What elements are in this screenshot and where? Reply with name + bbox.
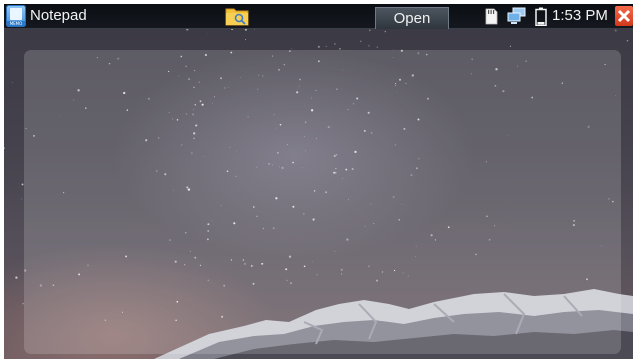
close-icon <box>617 9 631 23</box>
folder-search-icon[interactable] <box>225 6 249 26</box>
battery-icon <box>535 7 547 26</box>
notepad-page-shape <box>10 8 22 20</box>
notepad-icon-tag: MEMO <box>7 21 25 26</box>
desktop-wallpaper: MEMO Notepad Open 1:53 PM <box>4 4 633 359</box>
network-icon <box>507 7 526 24</box>
notepad-icon[interactable]: MEMO <box>6 5 26 27</box>
open-button[interactable]: Open <box>375 7 449 29</box>
close-button[interactable] <box>615 6 633 26</box>
clock: 1:53 PM <box>552 7 608 24</box>
sd-card-icon <box>485 8 498 25</box>
notepad-text-area[interactable] <box>24 50 621 354</box>
title-bar: MEMO Notepad Open 1:53 PM <box>4 4 633 29</box>
app-title: Notepad <box>30 7 87 24</box>
